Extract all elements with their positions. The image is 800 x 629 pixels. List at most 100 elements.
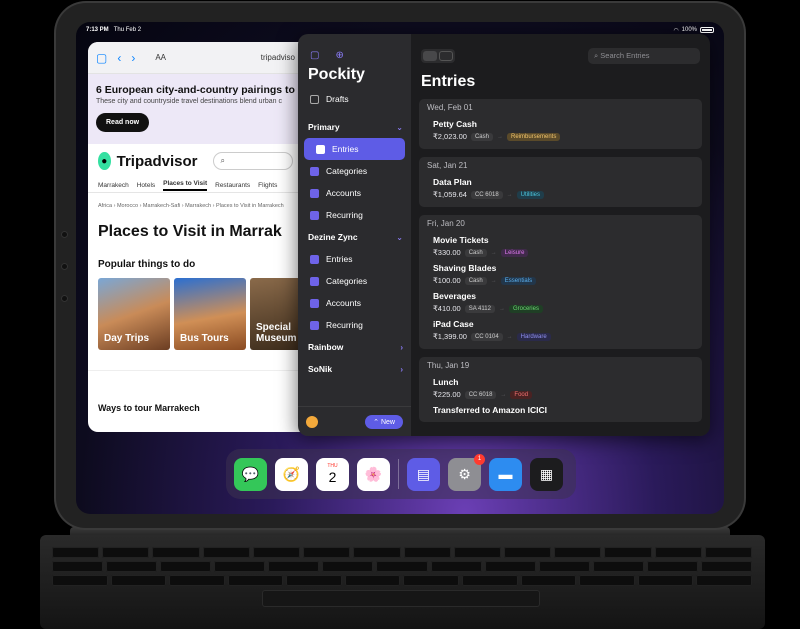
battery-percent: 100%: [681, 27, 697, 33]
grid-view-icon[interactable]: [439, 51, 453, 61]
entry-row[interactable]: iPad Case ₹1,399.00 CC 0104 → Hardware: [427, 318, 694, 343]
sidebar-toggle-icon[interactable]: ▢: [310, 50, 319, 61]
category-tag: Groceries: [508, 304, 543, 313]
side-button: [62, 232, 67, 237]
account-primary[interactable]: Primary ⌄: [298, 116, 411, 138]
safari-app-icon[interactable]: 🧭: [275, 457, 308, 491]
arrow-icon: →: [490, 277, 497, 284]
sidebar-item-label: Drafts: [326, 94, 349, 104]
entry-title-text: Beverages: [433, 291, 477, 301]
pockity-window: ••• ▢ ⊕ Pockity Drafts Primary ⌄ Entries: [298, 34, 710, 436]
entry-groups: Wed, Feb 01 Petty Cash ₹2,023.00 Cash → Reimb…: [411, 99, 710, 422]
stage: 7:13 PM Thu Feb 2 ◠ 100% ▢ ‹ › AA tripad…: [0, 0, 800, 629]
page-title: Entries: [421, 73, 476, 90]
tab-hotels[interactable]: Hotels: [137, 182, 155, 189]
status-time: 7:13 PM: [86, 27, 109, 33]
account-sonik[interactable]: SoNik ›: [298, 358, 411, 380]
pockity-app-icon[interactable]: ▤: [407, 457, 440, 491]
account-tag: CC 0104: [470, 332, 503, 341]
settings-app-icon[interactable]: ⚙ 1: [448, 453, 485, 491]
sidebar-item-recurring[interactable]: Recurring: [298, 204, 411, 226]
sidebar-item-accounts[interactable]: Accounts: [298, 292, 411, 314]
read-now-button[interactable]: Read now: [96, 113, 150, 132]
entry-title-text: Movie Tickets: [433, 235, 489, 245]
entries-icon: [316, 144, 325, 154]
address-bar[interactable]: tripadviso: [261, 53, 295, 62]
view-toggle[interactable]: [421, 49, 455, 63]
tab-places-to-visit[interactable]: Places to Visit: [163, 180, 208, 191]
entry-details: ₹1,059.64 CC 6018 → Utilities: [433, 188, 694, 201]
files-app-icon[interactable]: ▬: [489, 457, 522, 491]
entry-title: iPad Case: [433, 318, 694, 330]
entry-row[interactable]: Petty Cash ₹2,023.00 Cash → Reimbursements: [427, 118, 694, 143]
sidebar-item-accounts[interactable]: Accounts: [298, 182, 411, 204]
accounts-icon: [310, 188, 319, 198]
notification-badge: 1: [474, 453, 485, 465]
calendar-app-icon[interactable]: THU 2: [316, 457, 349, 491]
entry-details: ₹2,023.00 Cash → Reimbursements: [433, 130, 694, 143]
category-tag: Food: [510, 390, 533, 399]
account-name: Rainbow: [308, 342, 344, 352]
category-tag: Reimbursements: [506, 132, 561, 141]
new-entry-button[interactable]: ⌃ New: [365, 414, 403, 429]
sidebar-item-label: Recurring: [326, 320, 363, 330]
account-rainbow[interactable]: Rainbow ›: [298, 336, 411, 358]
list-view-icon[interactable]: [423, 51, 437, 61]
text-size-button[interactable]: AA: [155, 53, 166, 62]
account-dezine-zync[interactable]: Dezine Zync ⌄: [298, 226, 411, 248]
account-tag: SA 4112: [464, 304, 495, 313]
sidebar-item-label: Accounts: [326, 188, 361, 198]
account-name: Dezine Zync: [308, 232, 358, 242]
tab-flights[interactable]: Flights: [258, 182, 277, 189]
tab-marrakech[interactable]: Marrakech: [98, 182, 129, 189]
entry-row[interactable]: Movie Tickets ₹330.00 Cash → Leisure: [427, 234, 694, 259]
entry-title-text: Data Plan: [433, 177, 472, 187]
sidebar-item-drafts[interactable]: Drafts: [298, 88, 411, 110]
entry-row[interactable]: Beverages ₹410.00 SA 4112 → Groceries: [427, 290, 694, 315]
accounts-icon: [310, 298, 319, 308]
entry-amount: ₹2,023.00: [433, 132, 467, 141]
section-title: Popular things to do: [98, 259, 196, 270]
back-icon[interactable]: ‹: [117, 51, 121, 65]
sidebar-item-label: Recurring: [326, 210, 363, 220]
sidebar-item-categories[interactable]: Categories: [298, 270, 411, 292]
entry-row[interactable]: Lunch ₹225.00 CC 6018 → Food: [427, 376, 694, 401]
tab-restaurants[interactable]: Restaurants: [215, 182, 250, 189]
page-title: Places to Visit in Marrak: [98, 223, 282, 240]
safari-window[interactable]: ▢ ‹ › AA tripadviso 6 European city-and-…: [88, 42, 303, 432]
brand-name: Tripadvisor: [116, 152, 198, 170]
entry-group: Wed, Feb 01 Petty Cash ₹2,023.00 Cash → Reimb…: [419, 99, 702, 149]
sidebar-item-entries[interactable]: Entries: [298, 248, 411, 270]
site-search-input[interactable]: ⌕: [213, 152, 293, 170]
banner-title: 6 European city-and-country pairings to: [96, 84, 295, 96]
card-label: Bus Tours: [180, 333, 229, 344]
account-tag: Cash: [464, 276, 487, 285]
category-tag: Hardware: [516, 332, 551, 341]
card-bus-tours[interactable]: Bus Tours: [174, 278, 246, 350]
card-special-museum[interactable]: Special Museum: [250, 278, 303, 350]
photos-app-icon[interactable]: 🌸: [357, 457, 390, 491]
entry-row[interactable]: Shaving Blades ₹100.00 Cash → Essentials: [427, 262, 694, 287]
category-tag: Utilities: [516, 190, 544, 199]
group-date: Sat, Jan 21: [427, 161, 468, 170]
arrow-icon: →: [506, 333, 513, 340]
sidebar-item-recurring[interactable]: Recurring: [298, 314, 411, 336]
plus-icon: ⌃: [373, 418, 381, 426]
activity-cards: Day Trips Bus Tours Special Museum: [88, 270, 303, 350]
search-input[interactable]: ⌕ Search Entries: [588, 48, 700, 64]
account-name: Primary: [308, 122, 340, 132]
app-library-icon[interactable]: ▦: [530, 457, 563, 491]
sidebar-item-label: Entries: [332, 144, 359, 154]
entry-row[interactable]: Data Plan ₹1,059.64 CC 6018 → Utilities: [427, 176, 694, 201]
card-day-trips[interactable]: Day Trips: [98, 278, 170, 350]
forward-icon[interactable]: ›: [131, 51, 135, 65]
avatar[interactable]: [306, 415, 318, 428]
add-circle-icon[interactable]: ⊕: [335, 50, 343, 61]
messages-app-icon[interactable]: 💬: [234, 457, 267, 491]
ways-title: Ways to tour Marrakech: [88, 370, 303, 413]
sidebar-toggle-icon[interactable]: ▢: [96, 51, 107, 65]
sidebar-item-entries[interactable]: Entries: [304, 138, 405, 160]
entry-title: Data Plan: [433, 176, 694, 188]
entry-row[interactable]: Transferred to Amazon ICICI: [427, 404, 694, 416]
sidebar-item-categories[interactable]: Categories: [298, 160, 411, 182]
